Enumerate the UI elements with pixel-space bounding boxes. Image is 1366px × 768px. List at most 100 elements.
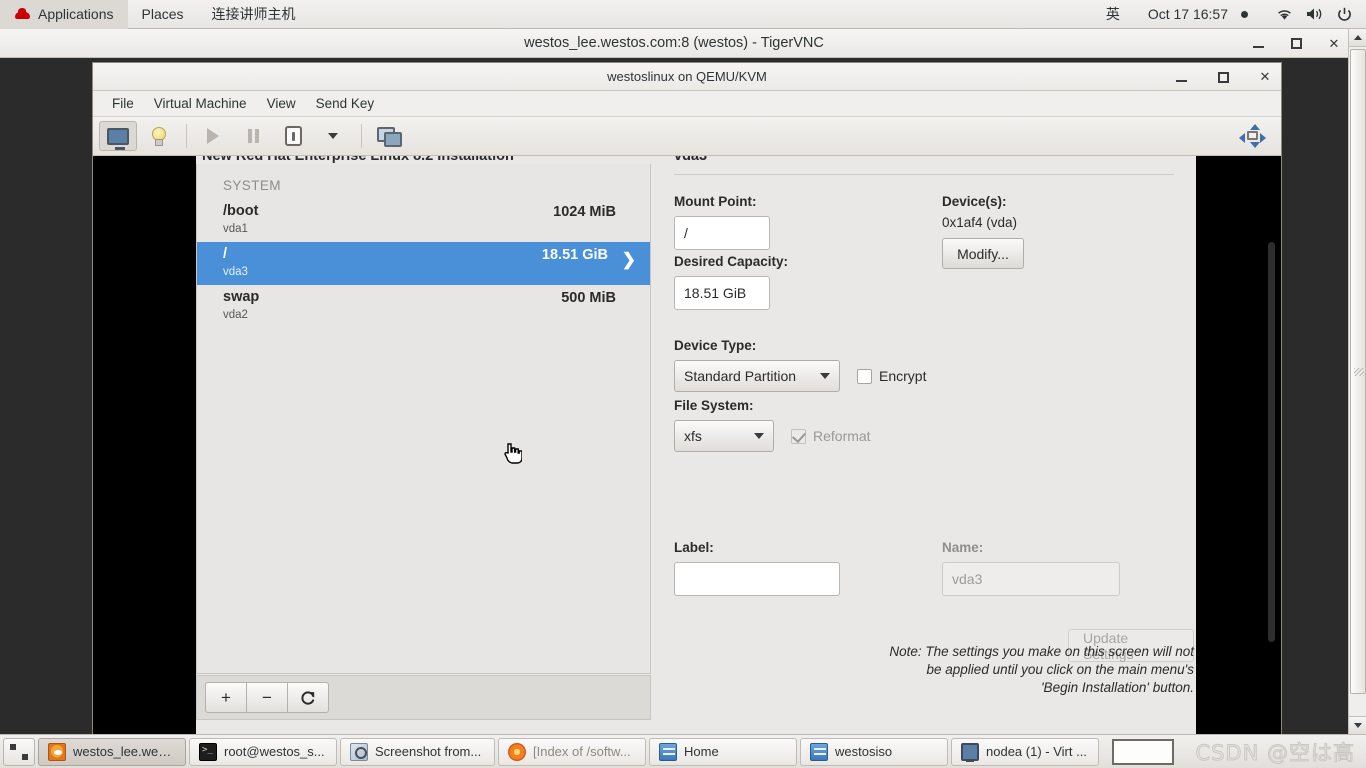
menu-view[interactable]: View [257,93,306,115]
tigervnc-icon [48,742,66,761]
modify-devices-button[interactable]: Modify... [942,238,1024,269]
resize-arrows-icon [1238,124,1266,148]
taskbar-item-tigervnc[interactable]: westos_lee.west... [38,737,186,766]
taskbar-item-label: nodea (1) - Virt ... [986,744,1087,759]
device-type-select[interactable]: Standard Partition [674,360,840,392]
installation-group-title: New Red Hat Enterprise Linux 8.2 Install… [202,156,514,164]
partition-list[interactable]: SYSTEM /boot vda1 1024 MiB / vda3 18.51 … [196,164,651,674]
clock[interactable]: Oct 17 16:57 [1134,0,1262,29]
taskbar-item-terminal[interactable]: root@westos_s... [189,737,337,766]
console-view-button[interactable] [99,121,137,151]
vnc-vertical-scrollbar[interactable] [1348,29,1366,734]
redhat-logo-icon [14,8,31,21]
label-input[interactable] [674,562,840,596]
wifi-icon [1278,10,1291,20]
encrypt-checkbox[interactable]: Encrypt [857,368,926,384]
input-method-indicator[interactable]: 英 [1092,0,1134,29]
reformat-checkbox: Reformat [791,428,871,444]
vm-maximize-button[interactable] [1215,69,1231,85]
workspace-switcher[interactable] [1112,738,1174,765]
top-bar-status-area: 英 Oct 17 16:57 [1092,0,1366,29]
taskbar-item-westosiso[interactable]: westosiso [800,737,948,766]
taskbar-item-label: Home [684,744,719,759]
tigervnc-window-controls: ✕ [1250,29,1342,58]
config-device-title: vda3 [674,156,708,164]
fullscreen-button[interactable] [1233,121,1271,151]
vm-toolbar [93,117,1281,156]
partition-row-boot[interactable]: /boot vda1 1024 MiB [197,199,650,242]
mount-point-field-group: Mount Point: / [674,194,770,250]
desired-capacity-field-group: Desired Capacity: 18.51 GiB [674,254,788,310]
encrypt-label: Encrypt [879,368,927,384]
applications-menu[interactable]: Applications [0,0,128,29]
taskbar-item-label: [Index of /softw... [533,744,631,759]
scroll-up-button[interactable] [1349,29,1366,47]
shutdown-button[interactable] [274,121,312,151]
taskbar-item-label: westosiso [835,744,893,759]
vm-title-bar[interactable]: westoslinux on QEMU/KVM ✕ [93,63,1281,91]
partition-list-toolbar: + − [196,675,651,720]
partition-row-swap[interactable]: swap vda2 500 MiB [197,285,650,328]
clock-label: Oct 17 16:57 [1147,6,1228,22]
show-desktop-button[interactable] [3,737,35,766]
shutdown-icon [284,126,302,146]
add-partition-button[interactable]: + [205,682,247,713]
anaconda-scrollbar[interactable] [1268,242,1275,642]
shutdown-options-button[interactable] [314,121,352,151]
mount-point-input[interactable]: / [674,216,770,250]
vm-title: westoslinux on QEMU/KVM [607,69,767,84]
devices-value: 0x1af4 (vda) [942,215,1018,230]
system-status-menu[interactable] [1262,0,1366,29]
taskbar-item-label: Screenshot from... [375,744,482,759]
partition-group-header: SYSTEM [223,178,281,193]
desired-capacity-label: Desired Capacity: [674,254,789,269]
taskbar-item-virt-manager[interactable]: nodea (1) - Virt ... [951,737,1099,766]
tigervnc-maximize-button[interactable] [1288,36,1304,52]
device-type-value: Standard Partition [684,368,797,384]
vm-minimize-button[interactable] [1173,69,1189,85]
tigervnc-close-button[interactable]: ✕ [1326,36,1342,52]
partition-config-panel: vda3 Mount Point: / Desired Capacity: 18… [674,156,1194,732]
file-system-select[interactable]: xfs [674,420,774,452]
firefox-icon [508,742,526,761]
monitor-icon [107,127,129,150]
csdn-watermark: CSDN @空は高 [1195,740,1355,765]
partition-size: 500 MiB [561,290,616,306]
settings-note: Note: The settings you make on this scre… [889,644,1194,695]
menu-virtual-machine[interactable]: Virtual Machine [144,93,257,115]
taskbar-item-screenshot[interactable]: Screenshot from... [340,737,495,766]
applications-label: Applications [38,6,114,22]
power-icon [1338,7,1351,21]
mouse-cursor-icon [504,443,522,464]
taskbar-item-firefox[interactable]: [Index of /softw... [498,737,646,766]
desired-capacity-input[interactable]: 18.51 GiB [674,276,770,310]
screens-icon [377,127,402,147]
tigervnc-minimize-button[interactable] [1250,36,1266,52]
menu-file[interactable]: File [102,93,144,115]
places-menu[interactable]: Places [128,0,198,29]
notification-dot-icon [1241,10,1248,18]
taskbar-item-label: root@westos_s... [224,744,325,759]
taskbar-item-home[interactable]: Home [649,737,797,766]
refresh-partitions-button[interactable] [287,682,329,713]
tigervnc-title-bar[interactable]: westos_lee.westos.com:8 (westos) - Tiger… [0,29,1348,58]
vm-menu-bar: File Virtual Machine View Send Key [93,91,1281,117]
lightbulb-icon [151,127,166,146]
scroll-down-button[interactable] [1349,716,1366,734]
active-window-menu[interactable]: 连接讲师主机 [198,0,310,29]
taskbar-item-label: westos_lee.west... [73,744,176,759]
snapshots-button[interactable] [369,121,407,151]
terminal-icon [199,742,217,761]
tigervnc-title: westos_lee.westos.com:8 (westos) - Tiger… [524,35,824,51]
partition-row-root[interactable]: / vda3 18.51 GiB ❯ [197,242,650,285]
details-view-button[interactable] [139,121,177,151]
vm-close-button[interactable]: ✕ [1257,69,1273,85]
menu-send-key[interactable]: Send Key [306,93,385,115]
volume-icon [1307,8,1322,20]
vm-window-controls: ✕ [1173,63,1273,91]
remove-partition-button[interactable]: − [246,682,288,713]
partition-size: 1024 MiB [553,204,616,220]
chevron-right-icon: ❯ [621,250,636,269]
vm-console-display[interactable]: New Red Hat Enterprise Linux 8.2 Install… [93,156,1281,756]
scrollbar-thumb[interactable] [1350,49,1366,694]
